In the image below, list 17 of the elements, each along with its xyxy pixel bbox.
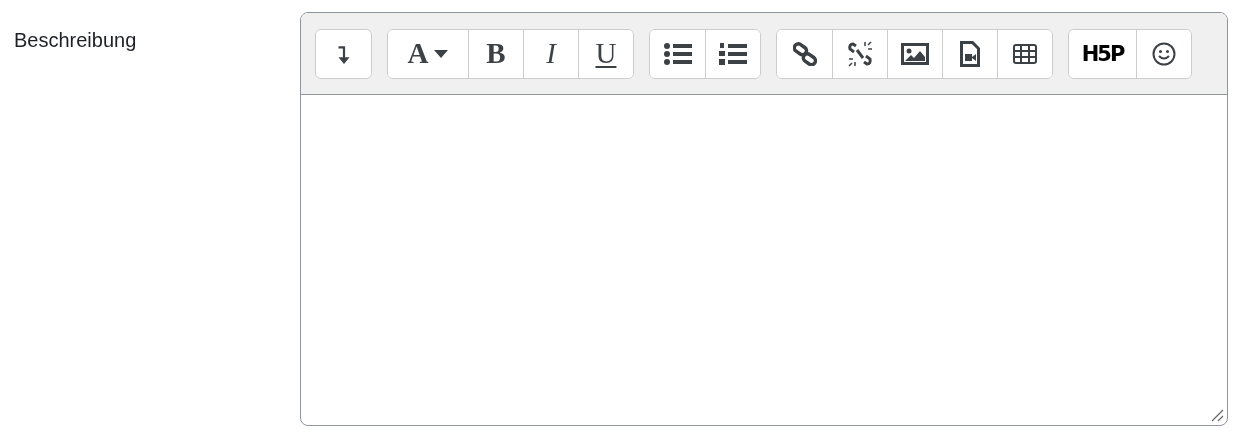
numbered-list-icon bbox=[719, 41, 747, 66]
field-label: Beschreibung bbox=[14, 28, 138, 53]
table-button[interactable] bbox=[997, 29, 1052, 78]
resize-handle-icon[interactable] bbox=[1210, 408, 1224, 422]
smiley-icon bbox=[1152, 41, 1176, 66]
broken-link-icon bbox=[847, 40, 873, 67]
link-icon bbox=[792, 41, 817, 66]
toolbar-toggle-button[interactable] bbox=[316, 29, 371, 78]
numbered-list-button[interactable] bbox=[705, 29, 760, 78]
underline-button[interactable]: U bbox=[578, 29, 633, 78]
table-icon bbox=[1013, 43, 1037, 64]
text-editor[interactable]: A B I U H5P bbox=[300, 12, 1228, 426]
caret-icon bbox=[434, 49, 449, 58]
video-file-icon bbox=[960, 40, 980, 67]
emoji-button[interactable] bbox=[1136, 29, 1191, 78]
bullet-list-icon bbox=[663, 42, 692, 65]
image-icon bbox=[901, 42, 929, 65]
